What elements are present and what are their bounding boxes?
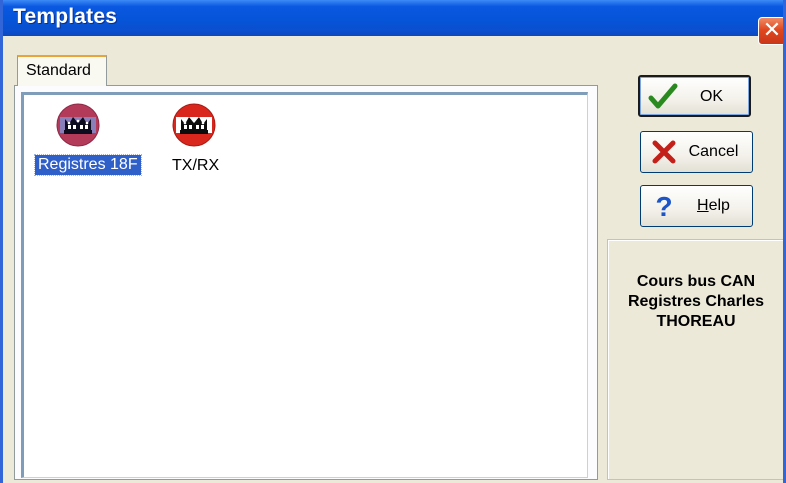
crown-logo-icon <box>172 103 216 147</box>
tab-standard[interactable]: Standard <box>17 55 107 86</box>
ok-button[interactable]: OK <box>638 75 751 117</box>
description-line: Registres Charles <box>627 293 765 310</box>
close-button[interactable]: ✕ <box>758 17 783 45</box>
template-list[interactable]: Registres 18F TX/RX <box>21 92 588 478</box>
checkmark-icon <box>648 83 678 109</box>
template-description-panel: Cours bus CAN Registres Charles THOREAU <box>607 239 783 480</box>
description-line: Cours bus CAN <box>636 273 756 290</box>
window-title: Templates <box>13 5 118 28</box>
svg-text:?: ? <box>655 191 672 221</box>
help-button-label: Help <box>697 197 730 214</box>
list-item-tx-rx[interactable]: TX/RX <box>162 103 232 183</box>
title-bar[interactable]: Templates <box>3 0 783 36</box>
description-line: THOREAU <box>656 313 736 330</box>
templates-dialog: Templates ✕ Standard Registres 18F TX/RX… <box>0 0 786 483</box>
ok-button-label: OK <box>699 88 724 105</box>
cancel-button[interactable]: Cancel <box>640 131 753 173</box>
list-item-registres-18f[interactable]: Registres 18F <box>34 103 149 183</box>
list-item-label: TX/RX <box>172 157 220 174</box>
help-button[interactable]: ? Help <box>640 185 753 227</box>
question-icon: ? <box>655 191 672 221</box>
crown-logo-icon <box>56 103 100 147</box>
list-item-label: Registres 18F <box>34 154 142 176</box>
tab-standard-label: Standard <box>26 62 91 79</box>
x-icon <box>652 140 676 164</box>
close-icon: ✕ <box>762 18 782 43</box>
cancel-button-label: Cancel <box>688 143 739 160</box>
